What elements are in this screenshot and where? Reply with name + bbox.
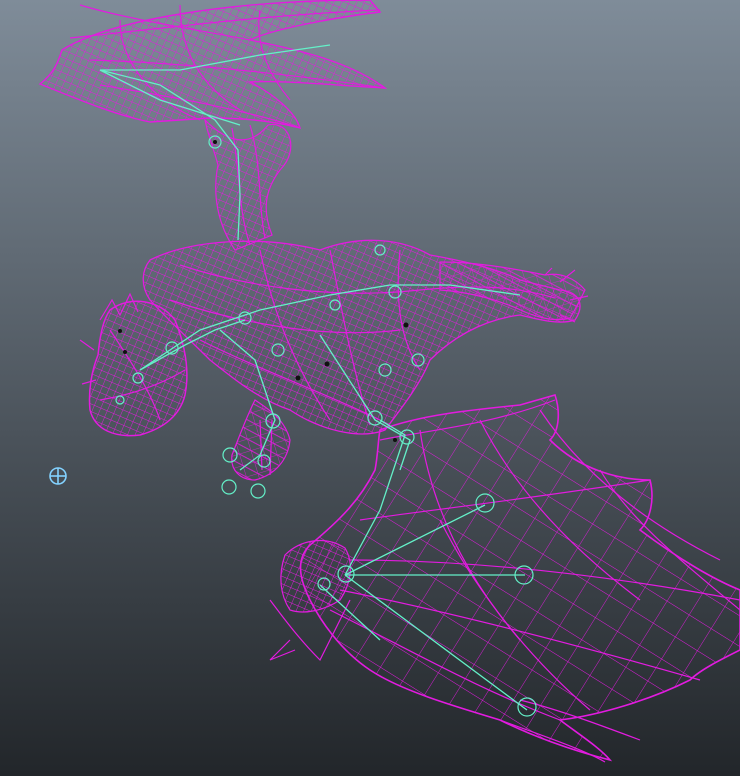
pivot-dot[interactable] [213,140,217,144]
3d-viewport[interactable] [0,0,740,776]
locator-control[interactable] [49,467,67,485]
pivot-dot[interactable] [123,350,127,354]
pivot-dot[interactable] [324,361,330,367]
pivot-dot[interactable] [295,375,301,381]
pivot-dot[interactable] [403,322,409,328]
pivot-dot[interactable] [393,438,397,442]
pivot-dot[interactable] [118,329,122,333]
viewport-scene[interactable] [0,0,740,776]
